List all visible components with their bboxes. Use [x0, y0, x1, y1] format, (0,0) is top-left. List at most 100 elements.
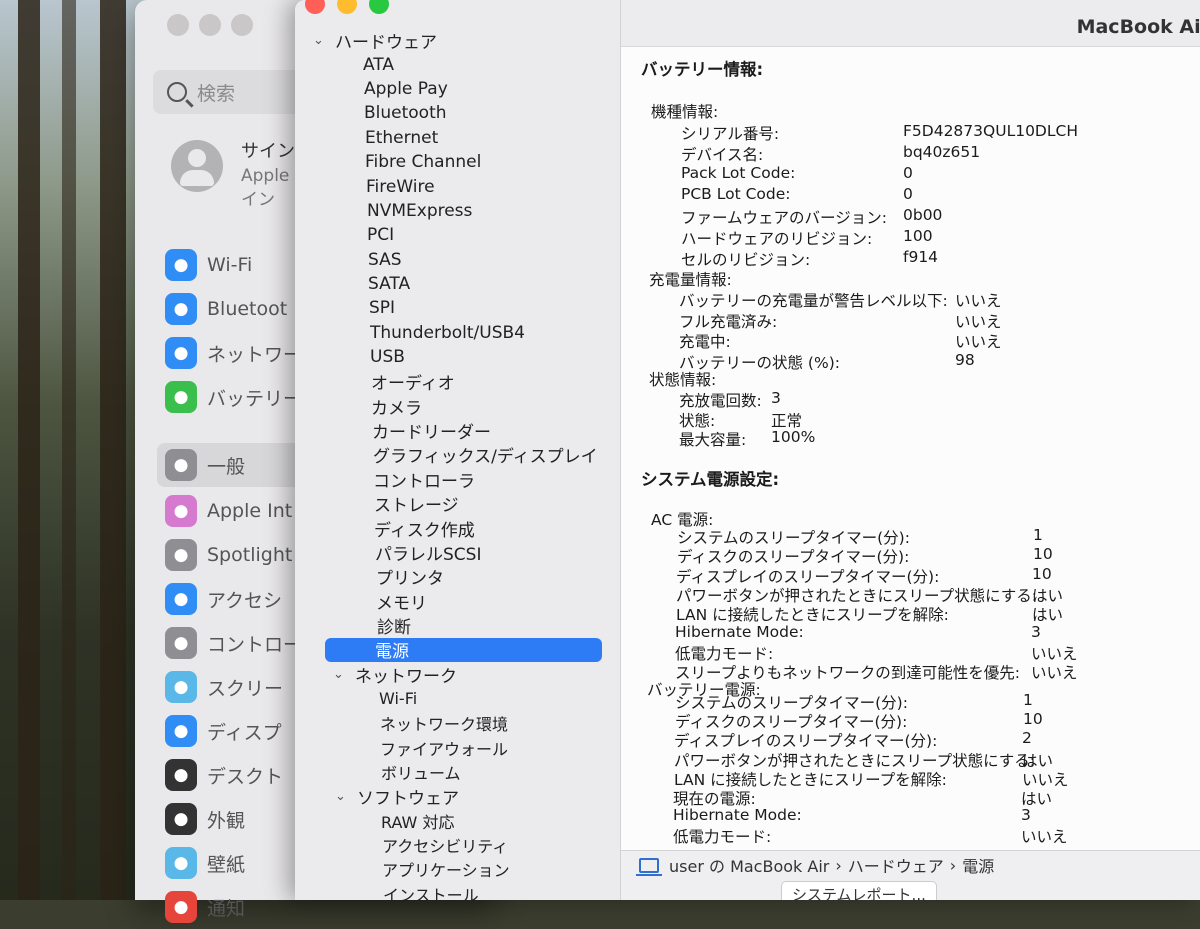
path-breadcrumb: user の MacBook Air › ハードウェア › 電源 [636, 853, 994, 877]
breadcrumb-item[interactable]: ハードウェア [848, 853, 944, 877]
inactive-window-controls [167, 14, 253, 36]
tree-item[interactable]: RAW 対応 [295, 809, 620, 833]
tree-item[interactable]: メモリ [295, 589, 620, 614]
property-value: f914 [903, 248, 939, 266]
apple-intelligence-icon: ● [165, 495, 197, 527]
bluetooth-icon: ● [165, 293, 197, 325]
property-value: F5D42873QUL10DLCH [903, 122, 1078, 140]
property-value: 98 [955, 350, 975, 369]
tree-item[interactable]: アプリケーション [295, 857, 620, 881]
tree-item[interactable]: アクセシビリティ [295, 833, 620, 857]
tree-item[interactable]: USB [295, 345, 620, 369]
zoom-button[interactable] [231, 14, 253, 36]
property-label: Hibernate Mode: [673, 806, 802, 825]
tree-item[interactable]: NVMExpress [295, 199, 620, 223]
window-controls [305, 0, 389, 14]
tree-item[interactable]: ストレージ [295, 491, 620, 516]
group-label: 充電量情報: [649, 271, 732, 289]
property-label: 充電中: [679, 333, 731, 351]
tree-item[interactable]: プリンタ [295, 565, 620, 589]
settings-item-label: 壁紙 [207, 853, 246, 876]
chevron-down-icon[interactable]: ⌄ [335, 789, 349, 804]
battery-icon: ● [165, 381, 197, 413]
status-bar: user の MacBook Air › ハードウェア › 電源 システムレポート... [621, 850, 1200, 900]
tree-item[interactable]: グラフィックス/ディスプレイ [295, 443, 620, 467]
tree-item[interactable]: Ethernet [295, 126, 620, 150]
tree-item[interactable]: ネットワーク環境 [295, 711, 620, 735]
section-heading: バッテリー情報: [641, 60, 764, 79]
settings-item-label: Wi-Fi [207, 254, 253, 276]
property-value: 1 [1033, 526, 1043, 544]
tree-item[interactable]: ATA [295, 52, 620, 76]
tree-item[interactable]: カードリーダー [295, 418, 620, 443]
tree-item[interactable]: ボリューム [295, 760, 620, 784]
laptop-icon [636, 857, 662, 876]
property-value: 100 [903, 227, 933, 245]
account-subtitle-1: Apple [241, 166, 290, 186]
property-value: いいえ [955, 292, 1002, 310]
close-button[interactable] [167, 14, 189, 36]
tree-item[interactable]: SATA [295, 272, 620, 296]
tree-item[interactable]: SPI [295, 296, 620, 320]
account-title: サイン [241, 141, 295, 162]
settings-item-label: 一般 [207, 455, 246, 478]
property-value: いいえ [1031, 664, 1078, 683]
appearance-icon: ● [165, 803, 197, 835]
section-header[interactable]: ⌄ ソフトウェア [295, 784, 620, 809]
tree-item[interactable]: パラレルSCSI [295, 540, 620, 565]
chevron-down-icon[interactable]: ⌄ [333, 667, 347, 682]
minimize-button[interactable] [337, 0, 357, 14]
breadcrumb-item[interactable]: user の MacBook Air [669, 853, 829, 877]
titlebar: MacBook Air [621, 0, 1200, 47]
settings-item-label: アクセシ [207, 589, 283, 612]
display-icon: ● [165, 715, 197, 747]
tree-item[interactable]: インストール [295, 882, 620, 900]
screensaver-icon: ● [165, 671, 197, 703]
gear-icon: ● [165, 449, 197, 481]
tree-item[interactable]: 診断 [295, 613, 620, 638]
property-value: 10 [1023, 710, 1043, 729]
property-value: 2 [1022, 729, 1032, 748]
tree-item[interactable]: Wi-Fi [295, 687, 620, 711]
property-value: いいえ [1021, 828, 1068, 847]
group-label: 機種情報: [651, 103, 719, 121]
settings-item-label: スクリー [207, 677, 284, 700]
tree-item[interactable]: オーディオ [295, 369, 620, 394]
breadcrumb-item[interactable]: 電源 [962, 853, 994, 877]
system-report-button[interactable]: システムレポート... [781, 881, 937, 900]
zoom-button[interactable] [369, 0, 389, 14]
chevron-down-icon[interactable]: ⌄ [313, 33, 327, 48]
search-icon [167, 82, 187, 102]
settings-item-label: デスクト [207, 765, 284, 788]
tree-item[interactable]: ディスク作成 [295, 516, 620, 541]
section-header[interactable]: ⌄ ネットワーク [295, 662, 620, 687]
property-value: 10 [1033, 545, 1053, 564]
minimize-button[interactable] [199, 14, 221, 36]
section-label: ネットワーク [355, 666, 457, 687]
property-value: 0 [903, 185, 913, 203]
section-label: ハードウェア [335, 32, 437, 53]
tree-item[interactable]: SAS [295, 248, 620, 272]
tree-item[interactable]: PCI [295, 223, 620, 247]
section-header[interactable]: ⌄ ハードウェア [295, 28, 620, 53]
globe-icon: ● [165, 337, 197, 369]
magnifier-icon: ● [165, 539, 197, 571]
property-value: いいえ [955, 312, 1002, 331]
tree-item[interactable]: Apple Pay [295, 77, 620, 101]
property-value: 3 [1031, 622, 1041, 641]
apple-account[interactable]: サイン Apple イン [171, 140, 295, 212]
dock-icon: ● [165, 759, 197, 791]
tree-item[interactable]: Bluetooth [295, 101, 620, 125]
tree-item[interactable]: FireWire [295, 174, 620, 198]
tree-item[interactable]: ファイアウォール [295, 735, 620, 759]
tree-item[interactable]: コントローラ [295, 467, 620, 492]
settings-item-label: 外観 [207, 809, 246, 832]
tree-item[interactable]: Thunderbolt/USB4 [295, 321, 620, 345]
property-label: PCB Lot Code: [681, 185, 791, 203]
tree-item-selected[interactable]: 電源 [325, 637, 602, 662]
tree-item[interactable]: カメラ [295, 394, 620, 419]
close-button[interactable] [305, 0, 325, 14]
settings-item-label: Bluetoot [207, 298, 288, 320]
tree-item[interactable]: Fibre Channel [295, 150, 620, 174]
search-placeholder: 検索 [197, 82, 236, 105]
